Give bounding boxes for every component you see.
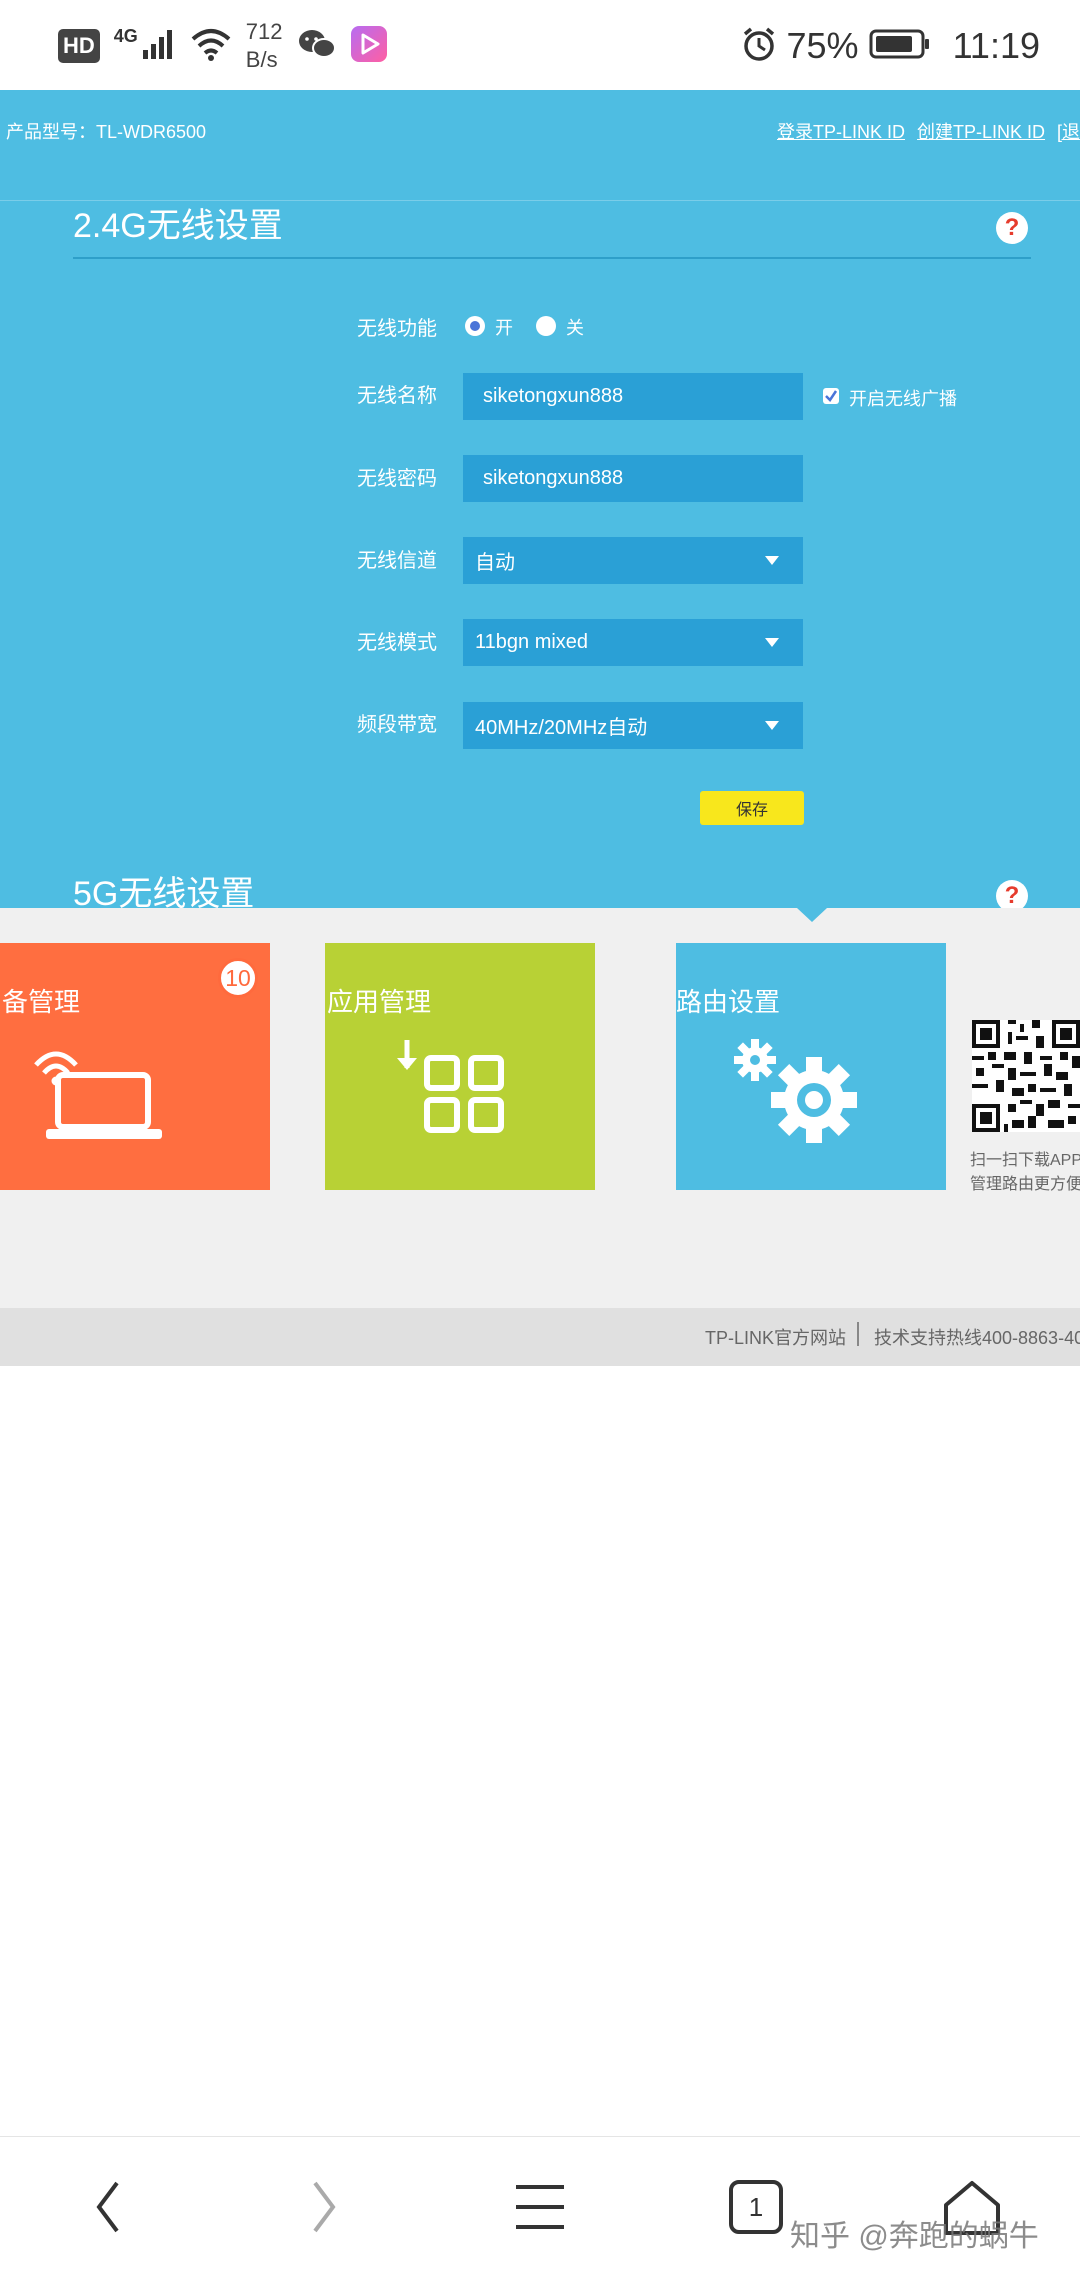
app-download-qr-code	[972, 1020, 1080, 1132]
wireless-settings-panel: 产品型号：TL-WDR6500 登录TP-LINK ID 创建TP-LINK I…	[0, 90, 1080, 908]
help-symbol: ?	[1004, 214, 1020, 241]
check-icon	[825, 390, 838, 402]
apps-grid-icon	[395, 1038, 515, 1152]
channel-label: 无线信道	[357, 550, 437, 572]
bandwidth-value: 40MHz/20MHz自动	[475, 717, 648, 739]
notification-badge: 10	[218, 958, 258, 998]
wireless-on-label: 开	[495, 318, 513, 338]
device-management-tile[interactable]: 备管理 10	[0, 943, 270, 1190]
password-label: 无线密码	[357, 468, 437, 490]
create-tplink-id-link[interactable]: 创建TP-LINK ID	[917, 118, 1045, 144]
support-hotline: 技术支持热线400-8863-400	[874, 1328, 1080, 1348]
chevron-left-icon	[96, 2181, 119, 2233]
tile-title: 备管理	[2, 987, 81, 1017]
mode-select[interactable]: 11bgn mixed	[463, 619, 803, 666]
official-site-link[interactable]: TP-LINK官方网站	[705, 1324, 846, 1350]
wechat-icon	[297, 27, 337, 65]
password-input[interactable]	[463, 455, 803, 502]
feature-tiles-area: 备管理 10 应用管理 路由设置 扫一扫下载APP 管理路由更方便	[0, 908, 1080, 1308]
battery-percent: 75%	[786, 25, 859, 66]
help-24g-icon[interactable]: ?	[996, 212, 1028, 244]
wireless-24g-title: 2.4G无线设置	[73, 207, 283, 245]
tile-title: 应用管理	[327, 987, 432, 1017]
channel-value: 自动	[475, 552, 515, 574]
alarm-icon	[741, 26, 777, 66]
status-right: 75% 11:19	[741, 18, 1040, 74]
menu-button[interactable]	[510, 2177, 570, 2237]
tabs-button[interactable]: 1	[726, 2177, 786, 2237]
laptop-wifi-icon	[28, 1035, 178, 1149]
channel-select[interactable]: 自动	[463, 537, 803, 584]
product-model: 产品型号：TL-WDR6500	[6, 122, 207, 142]
chevron-down-icon	[765, 721, 779, 730]
browser-bottom-nav: 1 知乎 @奔跑的蜗牛	[0, 2136, 1080, 2281]
save-button[interactable]: 保存	[700, 791, 804, 825]
router-settings-tile[interactable]: 路由设置	[676, 943, 946, 1190]
gears-icon	[730, 1035, 870, 1149]
qr-caption-line-2: 管理路由更方便	[970, 1176, 1080, 1193]
bandwidth-select[interactable]: 40MHz/20MHz自动	[463, 702, 803, 749]
watermark: 知乎 @奔跑的蜗牛	[790, 2220, 1039, 2253]
chevron-down-icon	[765, 556, 779, 565]
logout-link[interactable]: [退出	[1057, 118, 1080, 144]
mode-label: 无线模式	[357, 632, 437, 654]
section-divider	[73, 257, 1031, 259]
wifi-icon	[190, 27, 232, 65]
video-app-icon	[350, 26, 387, 66]
account-links: 登录TP-LINK ID 创建TP-LINK ID [退出	[777, 118, 1080, 144]
forward-button[interactable]	[294, 2177, 354, 2237]
menu-icon	[516, 2185, 564, 2229]
battery-icon	[869, 28, 931, 64]
wireless-on-radio[interactable]	[465, 316, 485, 336]
mode-value: 11bgn mixed	[475, 631, 589, 653]
clock: 11:19	[952, 25, 1040, 66]
tabs-icon	[729, 2180, 783, 2234]
ssid-label: 无线名称	[357, 385, 437, 407]
footer-separator	[857, 1322, 859, 1346]
speed-value: 712	[245, 19, 283, 44]
status-bar: HD 4G 712 B/s 75% 11:19	[0, 0, 1080, 90]
chevron-down-icon	[765, 638, 779, 647]
status-left: HD 4G 712 B/s	[58, 18, 387, 74]
broadcast-checkbox[interactable]	[823, 388, 839, 404]
back-button[interactable]	[78, 2177, 138, 2237]
ssid-input[interactable]	[463, 373, 803, 420]
wireless-function-label: 无线功能	[357, 318, 437, 340]
hd-badge: HD	[58, 29, 100, 63]
router-header: 产品型号：TL-WDR6500 登录TP-LINK ID 创建TP-LINK I…	[0, 90, 1080, 200]
footer-bar: TP-LINK官方网站 技术支持热线400-8863-400	[0, 1308, 1080, 1366]
network-type: 4G	[113, 25, 138, 46]
help-5g-icon[interactable]: ?	[996, 880, 1028, 908]
qr-caption-line-1: 扫一扫下载APP	[970, 1152, 1080, 1169]
wireless-5g-title: 5G无线设置	[73, 875, 255, 908]
help-symbol: ?	[1004, 882, 1020, 908]
broadcast-label: 开启无线广播	[849, 389, 957, 409]
signal-icon	[142, 28, 176, 64]
chevron-right-icon	[313, 2181, 336, 2233]
wireless-off-label: 关	[566, 318, 584, 338]
network-speed: 712 B/s	[246, 18, 283, 74]
wireless-off-radio[interactable]	[536, 316, 556, 336]
login-tplink-id-link[interactable]: 登录TP-LINK ID	[777, 118, 905, 144]
speed-unit: B/s	[245, 47, 278, 72]
app-management-tile[interactable]: 应用管理	[325, 943, 595, 1190]
tile-title: 路由设置	[676, 987, 781, 1017]
bandwidth-label: 频段带宽	[357, 714, 437, 736]
panel-pointer	[797, 908, 827, 922]
